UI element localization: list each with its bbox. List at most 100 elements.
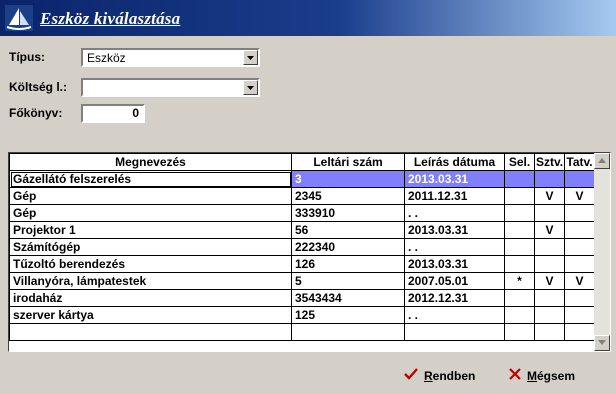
cell-tatv[interactable]: V <box>564 187 595 205</box>
cell-sztv[interactable] <box>534 204 565 222</box>
cell-sel[interactable] <box>504 204 535 222</box>
cell-sel[interactable] <box>504 306 535 324</box>
cell-leltari[interactable] <box>291 323 405 341</box>
cell-datum[interactable]: 2007.05.01 <box>404 272 505 290</box>
cell-name[interactable]: szerver kártya <box>9 306 292 324</box>
cell-name[interactable]: Számítógép <box>9 238 292 256</box>
cell-sztv[interactable] <box>534 255 565 273</box>
table-header-row: Megnevezés Leltári szám Leírás dátuma Se… <box>9 153 595 171</box>
sailboat-icon <box>5 5 33 31</box>
cancel-button[interactable]: Mégsem <box>509 368 575 383</box>
cell-leltari[interactable]: 3543434 <box>291 289 405 307</box>
cell-tatv[interactable] <box>564 170 595 188</box>
table-row[interactable]: Projektor 1 56 2013.03.31 V <box>9 221 595 239</box>
ok-button[interactable]: Rendben <box>404 368 475 383</box>
cell-sel[interactable] <box>504 221 535 239</box>
fokonyv-field[interactable]: 0 <box>81 104 145 123</box>
col-leiras-datuma[interactable]: Leírás dátuma <box>404 153 505 171</box>
col-leltari-szam[interactable]: Leltári szám <box>291 153 405 171</box>
cell-leltari[interactable]: 2345 <box>291 187 405 205</box>
cell-sztv[interactable]: V <box>534 272 565 290</box>
close-icon <box>509 368 521 383</box>
cell-datum[interactable]: 2013.03.31 <box>404 255 505 273</box>
cell-tatv[interactable] <box>564 238 595 256</box>
cell-sel[interactable] <box>504 323 535 341</box>
cell-sztv[interactable]: V <box>534 187 565 205</box>
cell-leltari[interactable]: 125 <box>291 306 405 324</box>
cell-sztv[interactable]: V <box>534 221 565 239</box>
col-sztv[interactable]: Sztv. <box>534 153 565 171</box>
koltseg-dropdown[interactable] <box>81 78 260 97</box>
cell-tatv[interactable]: V <box>564 272 595 290</box>
chevron-down-icon[interactable] <box>243 50 258 65</box>
cell-leltari[interactable]: 56 <box>291 221 405 239</box>
koltseg-label: Költség l.: <box>9 80 68 94</box>
table-row[interactable]: Gép 2345 2011.12.31 V V <box>9 187 595 205</box>
cell-sel[interactable] <box>504 187 535 205</box>
cell-tatv[interactable] <box>564 255 595 273</box>
cell-tatv[interactable] <box>564 323 595 341</box>
cell-datum[interactable]: 2012.12.31 <box>404 289 505 307</box>
scroll-up-icon[interactable] <box>594 153 610 169</box>
chevron-down-icon[interactable] <box>243 80 258 95</box>
cell-sel[interactable] <box>504 255 535 273</box>
table-row[interactable]: Számítógép 222340. . <box>9 238 595 256</box>
table-row[interactable] <box>9 323 595 341</box>
cell-name[interactable]: Projektor 1 <box>9 221 292 239</box>
col-megnevezes[interactable]: Megnevezés <box>9 153 292 171</box>
cell-datum[interactable]: . . <box>404 238 505 256</box>
tipus-value: Eszköz <box>87 51 126 65</box>
scroll-down-icon[interactable] <box>594 335 610 351</box>
cell-sztv[interactable] <box>534 289 565 307</box>
cell-sel[interactable]: * <box>504 272 535 290</box>
tipus-label: Típus: <box>9 50 45 64</box>
cell-name[interactable] <box>9 323 292 341</box>
fokonyv-label: Főkönyv: <box>9 106 63 120</box>
cell-sel[interactable] <box>504 170 535 188</box>
col-tatv[interactable]: Tatv. <box>564 153 595 171</box>
table-row[interactable]: Gép 333910. . <box>9 204 595 222</box>
cell-datum[interactable]: 2013.03.31 <box>404 221 505 239</box>
cell-sel[interactable] <box>504 238 535 256</box>
window-title: Eszköz kiválasztása <box>40 9 181 28</box>
cell-sztv[interactable] <box>534 170 565 188</box>
table-row[interactable]: Villanyóra, lámpatestek 5 2007.05.01 * V V <box>9 272 595 290</box>
cell-name[interactable]: irodaház <box>9 289 292 307</box>
cell-sztv[interactable] <box>534 238 565 256</box>
cell-datum[interactable]: . . <box>404 204 505 222</box>
ok-label: endben <box>432 368 476 383</box>
vertical-scrollbar[interactable] <box>594 153 610 351</box>
cell-tatv[interactable] <box>564 306 595 324</box>
cell-datum[interactable]: . . <box>404 306 505 324</box>
checkmark-icon <box>404 368 418 383</box>
asset-table[interactable]: Megnevezés Leltári szám Leírás dátuma Se… <box>8 152 611 352</box>
cell-datum[interactable]: 2011.12.31 <box>404 187 505 205</box>
cell-name[interactable]: Gép <box>9 204 292 222</box>
col-sel[interactable]: Sel. <box>504 153 535 171</box>
cell-name[interactable]: Gázellátó felszerelés <box>9 170 292 188</box>
cell-leltari[interactable]: 3 <box>291 170 405 188</box>
cell-leltari[interactable]: 222340 <box>291 238 405 256</box>
table-row[interactable]: szerver kártya 125. . <box>9 306 595 324</box>
cell-leltari[interactable]: 333910 <box>291 204 405 222</box>
cell-sel[interactable] <box>504 289 535 307</box>
cell-name[interactable]: Gép <box>9 187 292 205</box>
cell-leltari[interactable]: 126 <box>291 255 405 273</box>
table-row[interactable]: Tűzoltó berendezés 126 2013.03.31 <box>9 255 595 273</box>
cell-sztv[interactable] <box>534 323 565 341</box>
cell-tatv[interactable] <box>564 204 595 222</box>
title-bar[interactable]: Eszköz kiválasztása <box>0 0 616 36</box>
cell-leltari[interactable]: 5 <box>291 272 405 290</box>
cell-tatv[interactable] <box>564 289 595 307</box>
cell-tatv[interactable] <box>564 221 595 239</box>
cell-datum[interactable] <box>404 323 505 341</box>
table-row[interactable]: irodaház 3543434 2012.12.31 <box>9 289 595 307</box>
cancel-accel: M <box>527 368 537 383</box>
cell-name[interactable]: Villanyóra, lámpatestek <box>9 272 292 290</box>
table-row[interactable]: Gázellátó felszerelés 3 2013.03.31 <box>9 170 595 188</box>
cell-datum[interactable]: 2013.03.31 <box>404 170 505 188</box>
cell-name[interactable]: Tűzoltó berendezés <box>9 255 292 273</box>
cancel-label: égsem <box>537 368 576 383</box>
cell-sztv[interactable] <box>534 306 565 324</box>
tipus-dropdown[interactable]: Eszköz <box>81 48 260 67</box>
